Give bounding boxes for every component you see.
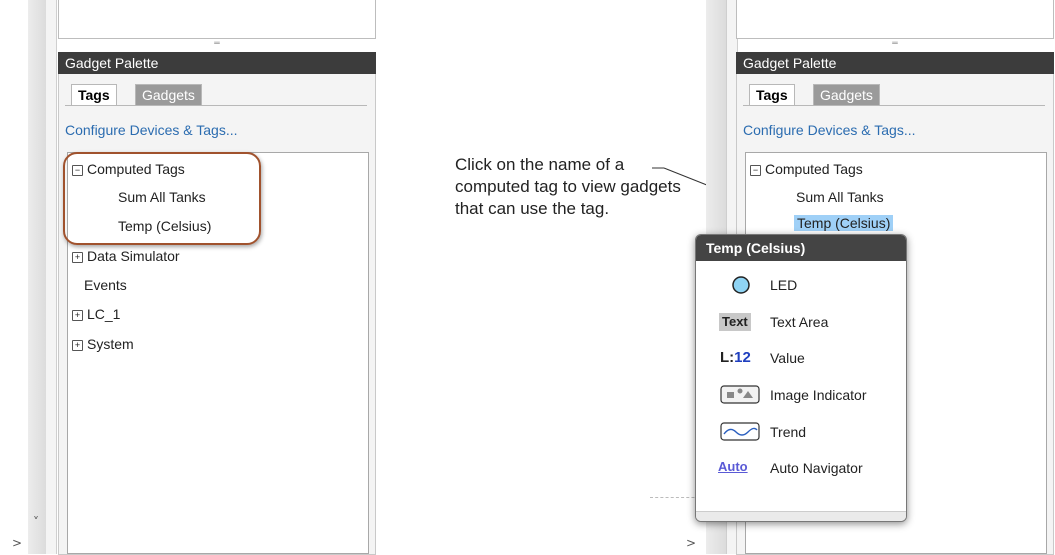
led-icon (716, 273, 760, 297)
tree-item-computed-tags[interactable]: − Computed Tags (750, 161, 863, 177)
upper-pane (736, 0, 1054, 39)
value-icon: L:12 (720, 349, 751, 366)
image-indicator-icon (716, 383, 760, 407)
text-area-icon: Text (716, 310, 760, 334)
collapse-icon[interactable]: − (750, 165, 761, 176)
tree-item-sum-all-tanks[interactable]: Sum All Tanks (796, 189, 884, 205)
popup-footer (696, 511, 906, 521)
popup-title: Temp (Celsius) (696, 235, 906, 261)
resize-grip-icon[interactable]: ═ (736, 40, 1054, 49)
configure-devices-link[interactable]: Configure Devices & Tags... (743, 122, 916, 138)
tab-divider (743, 105, 1045, 106)
auto-navigator-icon: Auto (718, 459, 748, 474)
trend-icon (716, 420, 760, 444)
scroll-right-arrow-icon[interactable]: > (686, 536, 696, 550)
gadget-popup: Temp (Celsius) LED Text Text Area L:12 V… (695, 234, 907, 522)
tree-item-temp-celsius-selected[interactable]: Temp (Celsius) (794, 215, 894, 231)
tab-gadgets[interactable]: Gadgets (813, 84, 880, 105)
palette-title: Gadget Palette (736, 52, 1054, 74)
popup-gadget-list: LED Text Text Area L:12 Value Image Indi… (696, 261, 906, 511)
tab-tags[interactable]: Tags (749, 84, 795, 105)
